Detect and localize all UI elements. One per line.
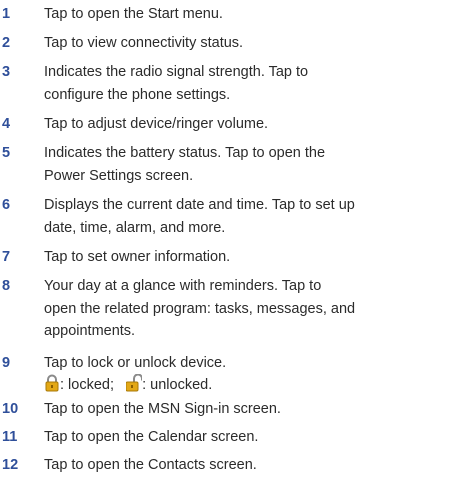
item-number: 1 [2,6,11,22]
lock-closed-icon [44,374,60,392]
item-text: Tap to open the Start menu. [44,6,223,22]
unlocked-label: : unlocked. [142,377,213,393]
item-number: 10 [2,401,19,417]
item-number: 3 [2,64,11,80]
item-text: Tap to set owner information. [44,249,231,265]
item-text: Tap to view connectivity status. [44,35,244,51]
lock-open-icon [125,373,144,392]
lock-legend: : locked; : unlocked. [44,373,449,397]
item-text: Tap to open the Calendar screen. [44,429,259,445]
item-number: 12 [2,457,19,473]
item-number: 6 [2,197,11,213]
item-number: 5 [2,145,11,161]
item-text: Indicates the radio signal strength. Tap… [44,64,309,103]
item-text: Your day at a glance with reminders. Tap… [44,278,356,339]
item-number: 2 [2,35,11,51]
item-text: Tap to adjust device/ringer volume. [44,116,269,132]
item-text: Tap to lock or unlock device. [44,355,227,371]
item-number: 9 [2,355,11,371]
item-text: Indicates the battery status. Tap to ope… [44,145,326,184]
item-text: Displays the current date and time. Tap … [44,197,355,236]
item-number: 8 [2,278,11,294]
locked-label: : locked; [60,377,114,393]
item-number: 11 [2,429,18,445]
item-number: 7 [2,249,11,265]
item-text: Tap to open the MSN Sign-in screen. [44,401,281,417]
item-number: 4 [2,116,11,132]
item-text: Tap to open the Contacts screen. [44,457,257,473]
